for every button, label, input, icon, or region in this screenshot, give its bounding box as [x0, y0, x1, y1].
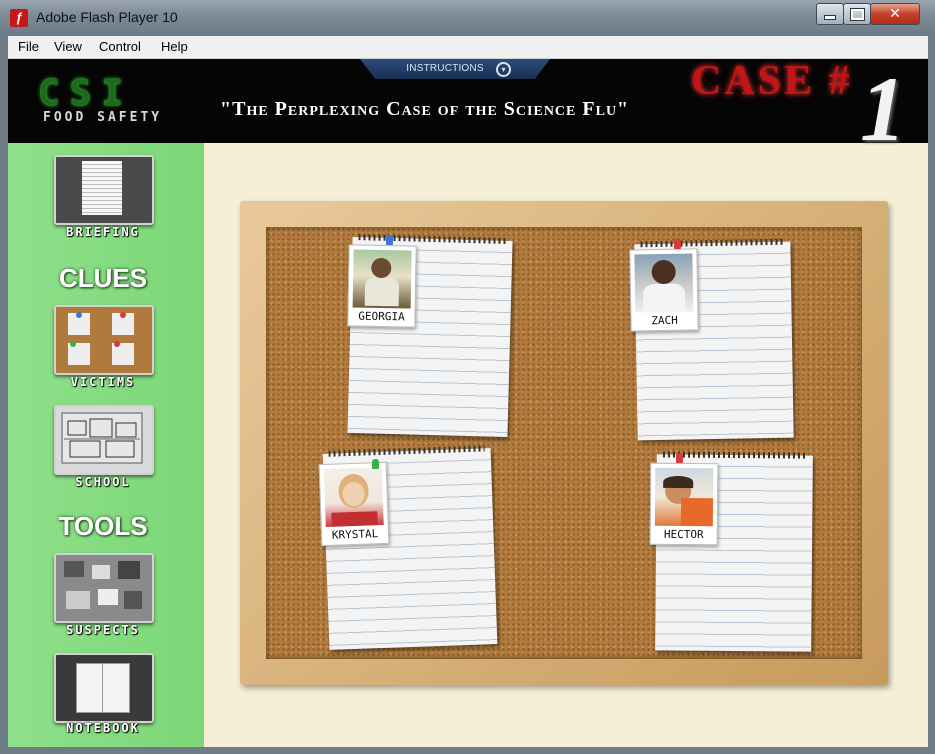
victim-photo-hector[interactable]: HECTOR: [649, 462, 719, 546]
menu-file[interactable]: File: [18, 39, 39, 54]
case-title: "The Perplexing Case of the Science Flu": [220, 98, 630, 120]
briefing-button[interactable]: [54, 155, 154, 225]
game-header: INSTRUCTIONS ▾ CSI FOOD SAFETY "The Perp…: [8, 59, 928, 155]
pushpin-icon: [674, 239, 681, 249]
school-label: SCHOOL: [75, 475, 131, 489]
victims-label: VICTIMS: [70, 375, 136, 389]
notebook-button[interactable]: [54, 653, 154, 723]
briefing-document-icon: [82, 161, 122, 215]
menu-help[interactable]: Help: [161, 39, 188, 54]
csi-logo: CSI: [38, 73, 134, 114]
maximize-button[interactable]: [843, 3, 871, 25]
victims-button[interactable]: [54, 305, 154, 375]
school-button[interactable]: [54, 405, 154, 475]
victim-photo-georgia[interactable]: GEORGIA: [347, 244, 417, 328]
victim-name: HECTOR: [663, 527, 704, 542]
victim-name: ZACH: [651, 313, 678, 328]
menu-control[interactable]: Control: [99, 39, 141, 54]
cork-board: GEORGIA ZACH KRYSTAL HECTOR: [266, 227, 862, 659]
sidebar: BRIEFING CLUES VICTIMS SCHOOL TOOLS SUSP…: [8, 143, 204, 747]
briefing-label: BRIEFING: [66, 225, 140, 239]
close-button[interactable]: ✕: [870, 3, 920, 25]
suspect-photo-thumb: [124, 591, 142, 609]
menu-bar: File View Control Help: [8, 36, 928, 59]
suspect-photo-thumb: [118, 561, 140, 579]
victim-photo-zach[interactable]: ZACH: [629, 248, 699, 332]
suspects-button[interactable]: [54, 553, 154, 623]
window-title: Adobe Flash Player 10: [36, 9, 178, 25]
notepad-spiral: [640, 238, 785, 248]
notepad-spiral: [662, 451, 807, 459]
close-icon: ✕: [889, 6, 901, 22]
flash-player-icon: ƒ: [10, 9, 28, 27]
suspects-label: SUSPECTS: [66, 623, 140, 637]
minimize-icon: [824, 14, 836, 20]
hector-portrait: [654, 467, 714, 527]
flash-stage: INSTRUCTIONS ▾ CSI FOOD SAFETY "The Perp…: [8, 59, 928, 747]
school-map-icon: [61, 412, 143, 464]
tools-heading: TOOLS: [58, 511, 148, 541]
chevron-down-icon: ▾: [496, 62, 511, 77]
victim-name: GEORGIA: [358, 309, 405, 324]
suspect-photo-thumb: [64, 561, 84, 577]
pushpin-icon: [676, 453, 683, 463]
maximize-icon: [849, 7, 865, 21]
pushpin-icon: [386, 235, 393, 245]
menu-view[interactable]: View: [54, 39, 82, 54]
victim-name: KRYSTAL: [331, 527, 379, 542]
case-label: CASE #: [691, 59, 853, 104]
notebook-label: NOTEBOOK: [66, 721, 140, 735]
logo-subtitle: FOOD SAFETY: [43, 110, 163, 125]
minimize-button[interactable]: [816, 3, 844, 25]
suspect-photo-thumb: [92, 565, 110, 579]
suspect-photo-thumb: [66, 591, 90, 609]
krystal-portrait: [323, 467, 384, 527]
notebook-icon: [76, 663, 130, 713]
pin-icon: [114, 341, 120, 347]
pin-icon: [76, 312, 82, 318]
clues-heading: CLUES: [58, 263, 148, 293]
pin-icon: [120, 312, 126, 318]
suspect-photo-thumb: [98, 589, 118, 605]
victim-photo-krystal[interactable]: KRYSTAL: [318, 461, 390, 547]
instructions-button[interactable]: INSTRUCTIONS ▾: [360, 59, 550, 79]
cork-board-frame: GEORGIA ZACH KRYSTAL HECTOR: [240, 201, 888, 685]
window-titlebar[interactable]: ƒ Adobe Flash Player 10 ✕: [0, 0, 935, 36]
pushpin-icon: [372, 459, 379, 469]
georgia-portrait: [352, 249, 412, 309]
notepad-spiral: [328, 445, 485, 457]
notepad-spiral: [358, 234, 507, 244]
zach-portrait: [634, 253, 694, 313]
pin-icon: [70, 341, 76, 347]
case-number: 1: [860, 59, 906, 160]
